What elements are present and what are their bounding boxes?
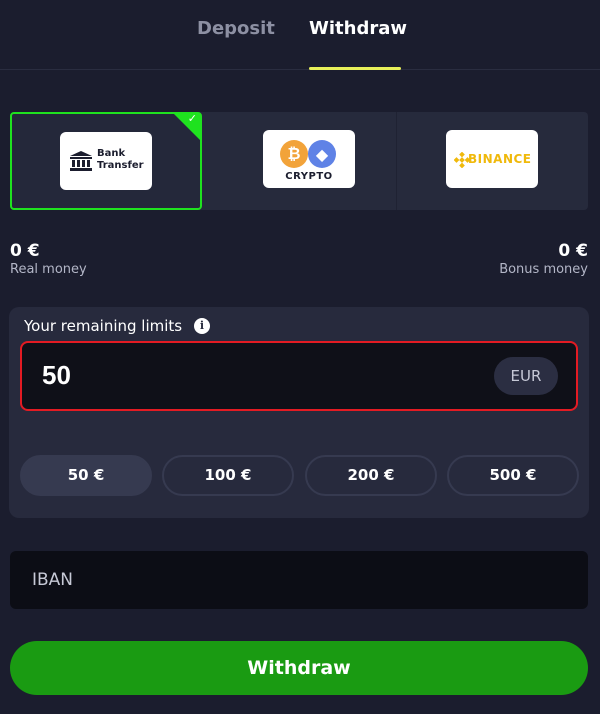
bank-transfer-label-line1: Bank [97, 148, 126, 159]
info-icon[interactable]: i [194, 318, 210, 334]
ethereum-icon: ◆ [308, 140, 336, 168]
binance-label: BINANCE [468, 152, 532, 166]
method-binance[interactable]: BINANCE [396, 112, 588, 210]
bank-transfer-logo: Bank Transfer [60, 132, 152, 190]
binance-logo: BINANCE [446, 130, 538, 188]
quick-amount-200[interactable]: 200 € [305, 455, 437, 496]
bonus-money-label: Bonus money [499, 262, 588, 277]
method-crypto[interactable]: ₿ ◆ CRYPTO [202, 112, 396, 210]
iban-field-wrapper [10, 551, 588, 609]
withdraw-button[interactable]: Withdraw [10, 641, 588, 695]
bank-transfer-label: Bank Transfer [97, 148, 144, 172]
bank-transfer-label-line2: Transfer [97, 160, 144, 171]
tab-bar: Deposit Withdraw [0, 0, 600, 70]
amount-input[interactable] [42, 357, 422, 393]
bank-icon [70, 151, 92, 171]
tab-deposit[interactable]: Deposit [197, 18, 275, 39]
limits-title: Your remaining limits [24, 317, 183, 335]
quick-amount-500[interactable]: 500 € [447, 455, 579, 496]
bitcoin-icon: ₿ [280, 140, 308, 168]
check-icon: ✓ [187, 112, 197, 125]
quick-amount-100[interactable]: 100 € [162, 455, 294, 496]
method-bank-transfer[interactable]: Bank Transfer ✓ [10, 112, 202, 210]
amount-field-wrapper: EUR [20, 341, 578, 411]
limits-panel: Your remaining limits i EUR 50 € 100 € 2… [9, 307, 589, 518]
tab-withdraw[interactable]: Withdraw [309, 18, 407, 39]
active-tab-indicator [309, 67, 401, 70]
real-money-value: 0 € [10, 241, 40, 261]
crypto-logo: ₿ ◆ CRYPTO [263, 130, 355, 188]
currency-badge: EUR [494, 357, 558, 395]
quick-amount-50[interactable]: 50 € [20, 455, 152, 496]
payment-methods: Bank Transfer ✓ ₿ ◆ CRYPTO BINANCE [10, 112, 588, 210]
real-money-label: Real money [10, 262, 87, 277]
withdraw-page: Deposit Withdraw Bank Transfer ✓ ₿ ◆ CRY… [0, 0, 600, 714]
crypto-label: CRYPTO [285, 171, 333, 182]
bonus-money-value: 0 € [558, 241, 588, 261]
iban-input[interactable] [32, 565, 562, 595]
